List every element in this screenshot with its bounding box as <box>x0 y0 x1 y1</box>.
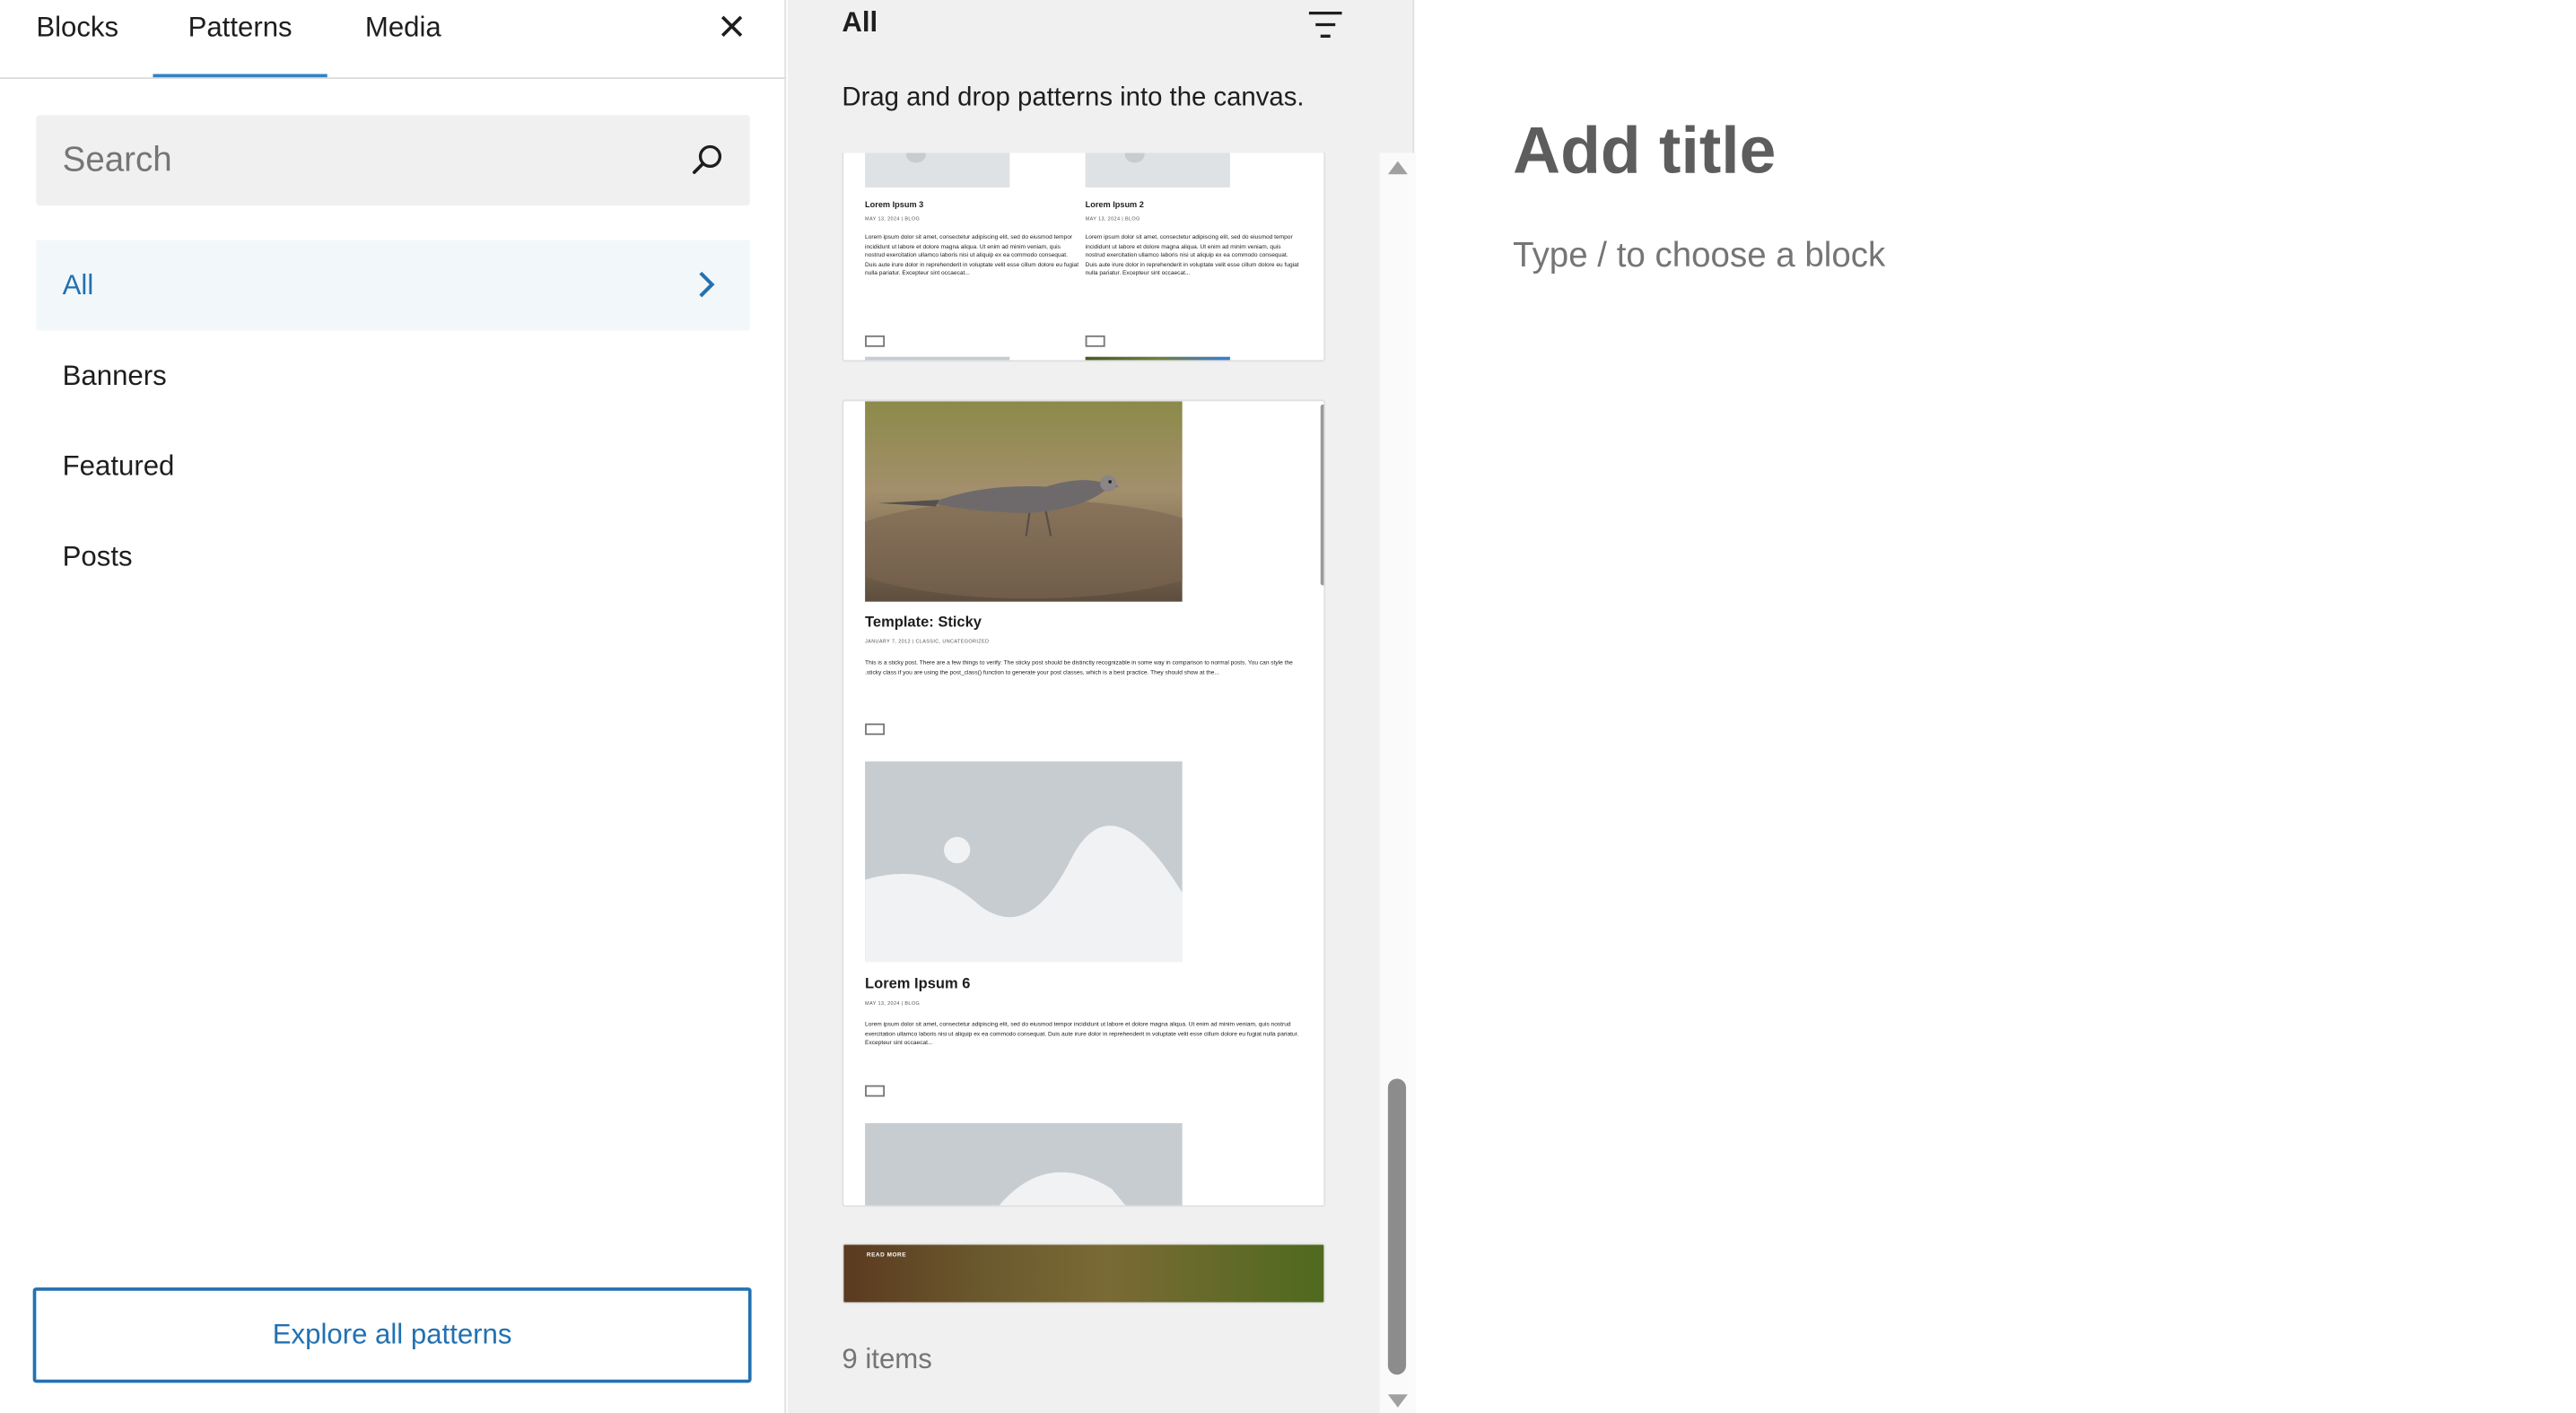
post-meta: JANUARY 7, 2012 | CLASSIC, UNCATEGORIZED <box>865 638 990 645</box>
post-title: Lorem Ipsum 2 <box>1085 200 1144 211</box>
read-more-button-mini <box>1085 335 1105 347</box>
pattern-card[interactable]: READ MORE <box>842 1243 1326 1304</box>
post-title: Lorem Ipsum 3 <box>865 200 924 211</box>
filter-icon[interactable] <box>1307 8 1343 41</box>
post-excerpt: Lorem ipsum dolor sit amet, consectetur … <box>865 233 1079 276</box>
chevron-right-icon <box>699 271 715 298</box>
post-meta: MAY 13, 2024 | BLOG <box>1085 215 1140 222</box>
category-posts[interactable]: Posts <box>36 511 749 602</box>
search-input[interactable] <box>36 115 661 206</box>
drag-hint: Drag and drop patterns into the canvas. <box>842 83 1305 112</box>
explore-all-patterns-button[interactable]: Explore all patterns <box>32 1287 752 1383</box>
read-more-button-mini <box>865 335 886 347</box>
tab-patterns[interactable]: Patterns <box>153 0 327 79</box>
category-all-label: All <box>62 269 94 301</box>
patterns-category-title: All <box>842 6 878 39</box>
bird-photo <box>865 401 1183 602</box>
post-meta: MAY 13, 2024 | BLOG <box>865 999 921 1007</box>
inserter-panel: Blocks Patterns Media All Banners Featur… <box>0 0 787 1413</box>
image-strip <box>1085 356 1230 361</box>
search-icon[interactable] <box>689 142 725 178</box>
patterns-scrollbar[interactable] <box>1379 153 1417 1413</box>
search-box <box>36 115 750 206</box>
category-banners-label: Banners <box>62 360 167 392</box>
scrollbar-thumb[interactable] <box>1387 1078 1407 1375</box>
image-placeholder <box>865 1122 1183 1206</box>
pattern-image-placeholder <box>1085 153 1230 188</box>
category-all[interactable]: All <box>36 240 750 331</box>
post-title: Lorem Ipsum 6 <box>865 974 971 992</box>
image-placeholder <box>865 761 1183 963</box>
patterns-panel: All Drag and drop patterns into the canv… <box>787 0 1417 1413</box>
read-more-button-mini <box>865 1085 886 1097</box>
active-tab-indicator <box>153 74 327 78</box>
pattern-image-placeholder <box>865 153 1010 188</box>
block-appender[interactable]: Type / to choose a block <box>1513 237 1885 276</box>
items-count: 9 items <box>842 1343 932 1375</box>
post-excerpt: Lorem ipsum dolor sit amet, consectetur … <box>1085 233 1299 276</box>
category-banners[interactable]: Banners <box>36 330 749 421</box>
patterns-list[interactable]: Lorem Ipsum 3 MAY 13, 2024 | BLOG Lorem … <box>842 153 1326 1337</box>
editor-canvas: Add title Type / to choose a block <box>1416 0 2576 1413</box>
pattern-card[interactable]: Lorem Ipsum 3 MAY 13, 2024 | BLOG Lorem … <box>842 153 1326 362</box>
tab-blocks[interactable]: Blocks <box>36 0 118 79</box>
scroll-down-arrow-icon[interactable] <box>1387 1394 1408 1408</box>
post-title-field[interactable]: Add title <box>1513 115 1776 188</box>
category-featured-label: Featured <box>62 450 175 483</box>
scroll-up-arrow-icon[interactable] <box>1387 161 1408 175</box>
pattern-card[interactable]: Template: Sticky JANUARY 7, 2012 | CLASS… <box>842 399 1326 1208</box>
tab-media[interactable]: Media <box>365 0 441 79</box>
image-strip <box>865 356 1010 361</box>
close-icon[interactable] <box>712 6 752 46</box>
category-posts-label: Posts <box>62 540 133 572</box>
card-label: READ MORE <box>866 1251 907 1259</box>
post-meta: MAY 13, 2024 | BLOG <box>865 215 921 222</box>
post-title: Template: Sticky <box>865 613 982 630</box>
category-featured[interactable]: Featured <box>36 421 749 511</box>
inserter-tabs: Blocks Patterns Media <box>0 0 787 79</box>
read-more-button-mini <box>865 723 886 736</box>
card-inner-scrollbar <box>1320 404 1324 586</box>
post-excerpt: Lorem ipsum dolor sit amet, consectetur … <box>865 1021 1299 1046</box>
post-excerpt: This is a sticky post. There are a few t… <box>865 659 1293 676</box>
